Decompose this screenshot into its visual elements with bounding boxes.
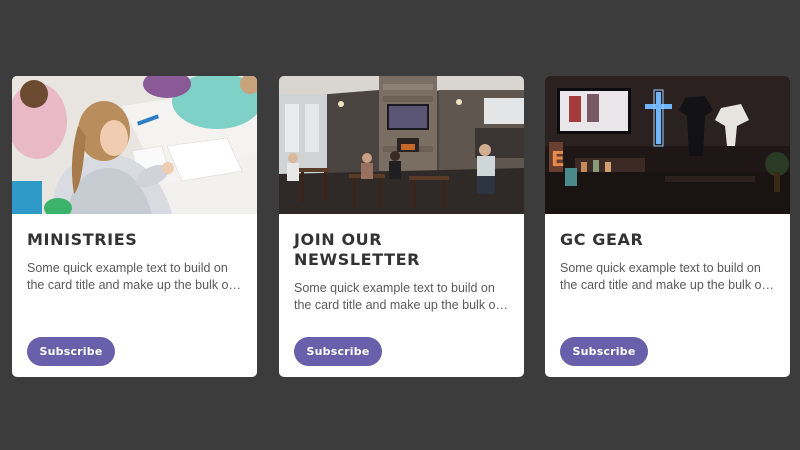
svg-text:E: E	[551, 147, 565, 171]
card-text: Some quick example text to build on the …	[294, 281, 499, 312]
card-image-cafe-interior	[279, 76, 524, 214]
card-deck: Ministries Some quick example text to bu…	[12, 76, 790, 377]
card-text: Some quick example text to build on the …	[27, 261, 232, 292]
card-title: Join Our Newsletter	[294, 230, 421, 269]
card-title: Ministries	[27, 230, 138, 249]
card-ministries: Ministries Some quick example text to bu…	[12, 76, 257, 377]
card-text: Some quick example text to build on the …	[560, 261, 765, 292]
card-image-merch-room: E	[545, 76, 790, 214]
card-newsletter: Join Our Newsletter Some quick example t…	[279, 76, 524, 377]
subscribe-button[interactable]: Subscribe	[294, 337, 382, 366]
subscribe-button[interactable]: Subscribe	[27, 337, 115, 366]
card-title: GC Gear	[560, 230, 644, 249]
card-gc-gear: E GC Gear Some quick example text to bui…	[545, 76, 790, 377]
card-image-children-coloring	[12, 76, 257, 214]
subscribe-button[interactable]: Subscribe	[560, 337, 648, 366]
